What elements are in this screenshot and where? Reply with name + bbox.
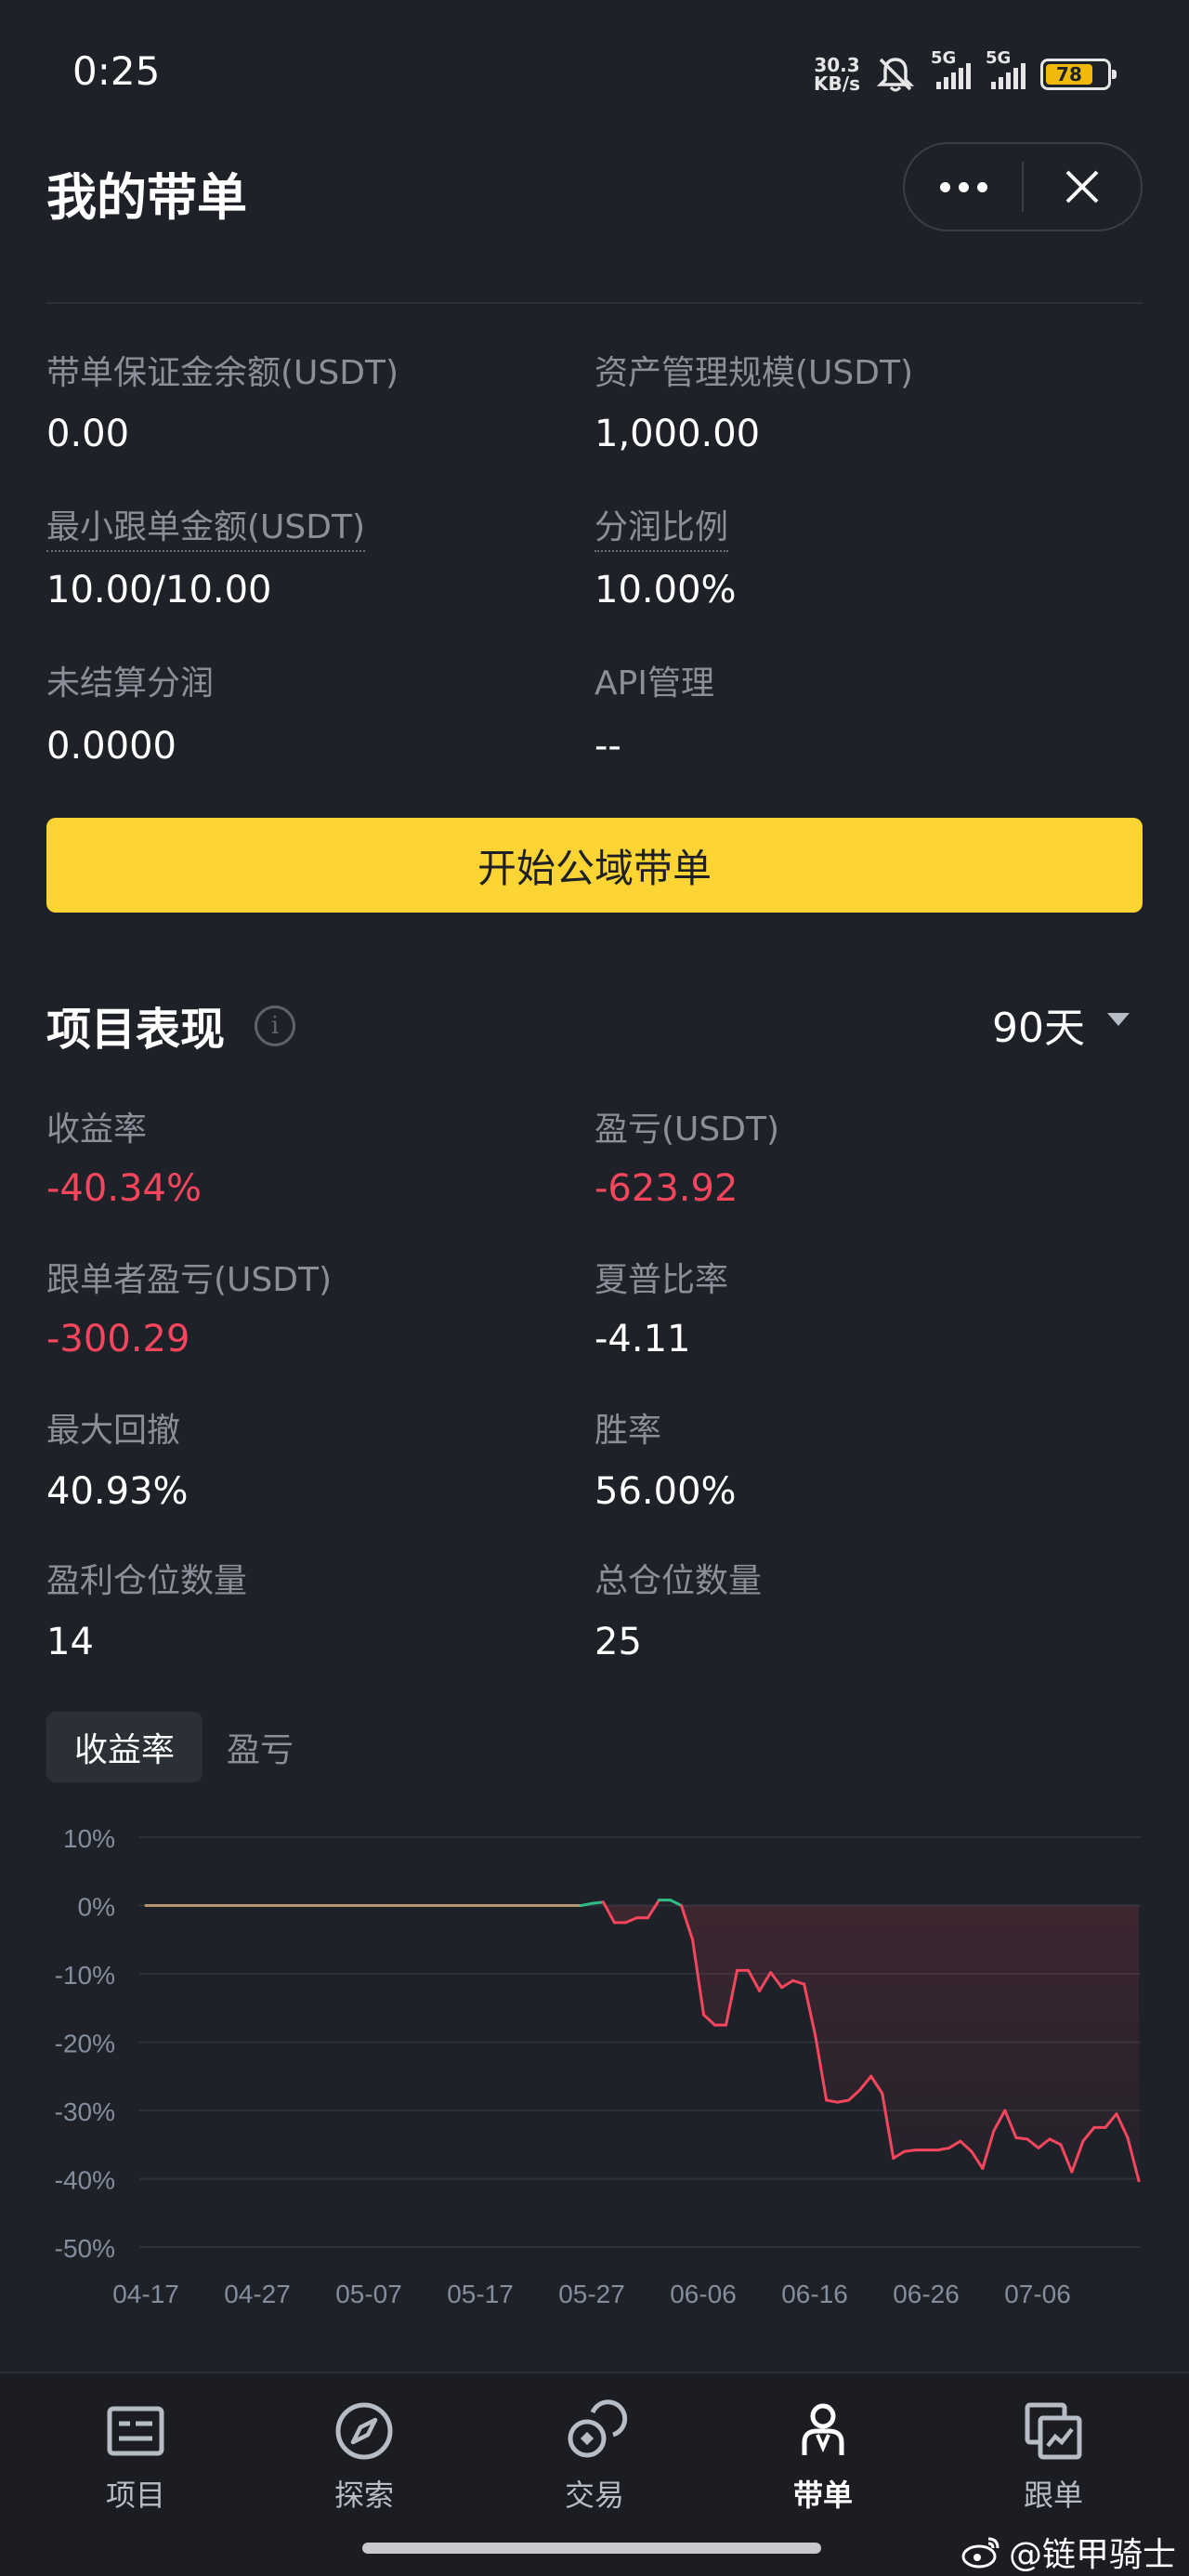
battery-level: 78 — [1046, 63, 1092, 85]
nav-label-lead: 带单 — [792, 2477, 853, 2513]
total-positions-label: 总仓位数量 — [594, 1562, 763, 1600]
y-axis-labels: 10% 0% -10% -20% -30% -40% -50% — [55, 1824, 115, 2263]
margin-balance-value: 0.00 — [46, 413, 130, 455]
close-icon — [1065, 170, 1099, 204]
api-value: -- — [594, 725, 621, 768]
x-tick-label: 04-27 — [224, 2280, 291, 2308]
x-tick-label: 04-17 — [112, 2280, 179, 2308]
min-copy-value: 10.00/10.00 — [46, 569, 272, 611]
sharpe-value: -4.11 — [594, 1318, 691, 1360]
roi-line-segment — [1014, 2136, 1029, 2141]
watermark-text: @链甲骑士 — [1008, 2536, 1176, 2574]
roi-value: -40.34% — [46, 1167, 202, 1210]
weibo-logo-icon — [961, 2537, 1000, 2569]
profit-share-value: 10.00% — [594, 569, 737, 611]
x-tick-label: 06-06 — [670, 2280, 737, 2308]
x-tick-label: 05-27 — [558, 2280, 625, 2308]
roi-series — [144, 1899, 1141, 2183]
nav-item-copy[interactable]: 跟单 — [970, 2398, 1137, 2515]
signal-5g-1-icon: 5G — [931, 48, 971, 89]
roi-line-chart: 10% 0% -10% -20% -30% -40% -50% 04-17 04-27 05-0… — [55, 1824, 1141, 2308]
nav-item-explore[interactable]: 探索 — [281, 2398, 448, 2515]
more-button[interactable] — [905, 144, 1022, 230]
aum-value: 1,000.00 — [594, 413, 761, 455]
nav-item-trade[interactable]: 交易 — [511, 2398, 678, 2515]
copier-pnl-value: -300.29 — [46, 1318, 190, 1360]
y-tick-label: -30% — [55, 2097, 115, 2126]
x-tick-label: 05-07 — [335, 2280, 402, 2308]
y-tick-label: -20% — [55, 2030, 115, 2058]
y-tick-label: -50% — [55, 2234, 115, 2263]
win-rate-value: 56.00% — [594, 1470, 737, 1513]
copy-trade-icon — [1025, 2402, 1082, 2460]
sharpe-label: 夏普比率 — [594, 1261, 729, 1299]
y-tick-label: -40% — [55, 2166, 115, 2195]
aum-label: 资产管理规模(USDT) — [594, 354, 914, 392]
compass-icon — [335, 2402, 393, 2460]
info-icon[interactable]: i — [255, 1005, 295, 1046]
weibo-watermark: @链甲骑士 — [960, 2528, 1176, 2576]
period-selector[interactable]: 90天 — [992, 994, 1085, 1054]
total-positions-value: 25 — [594, 1621, 642, 1663]
start-public-lead-button[interactable]: 开始公域带单 — [46, 818, 1143, 913]
status-time: 0:25 — [72, 48, 161, 94]
bell-muted-icon — [876, 58, 915, 92]
y-tick-label: 10% — [63, 1824, 115, 1853]
home-indicator[interactable] — [362, 2543, 821, 2554]
pnl-label: 盈亏(USDT) — [594, 1111, 780, 1149]
copier-pnl-label: 跟单者盈亏(USDT) — [46, 1261, 333, 1299]
win-rate-label: 胜率 — [594, 1412, 662, 1450]
x-axis-labels: 04-17 04-27 05-07 05-17 05-27 06-06 06-16 06-26… — [112, 2280, 1071, 2308]
trade-icon — [568, 2399, 628, 2458]
nav-label-trade: 交易 — [564, 2477, 624, 2513]
network-speed: 30.3 KB/s — [814, 54, 860, 95]
win-positions-label: 盈利仓位数量 — [46, 1562, 248, 1600]
max-drawdown-label: 最大回撤 — [46, 1412, 181, 1450]
header-divider — [46, 302, 1143, 304]
nav-item-lead[interactable]: 带单 — [739, 2398, 907, 2515]
tab-pnl[interactable]: 盈亏 — [227, 1712, 294, 1782]
min-copy-label[interactable]: 最小跟单金额(USDT) — [46, 500, 366, 552]
lead-trader-icon — [802, 2403, 844, 2455]
x-tick-label: 06-26 — [893, 2280, 960, 2308]
y-tick-label: 0% — [78, 1893, 115, 1922]
more-dots-icon — [939, 181, 987, 192]
tab-roi[interactable]: 收益率 — [46, 1712, 203, 1782]
nav-item-project[interactable]: 项目 — [52, 2398, 219, 2515]
unsettled-label: 未结算分润 — [46, 664, 215, 703]
api-label[interactable]: API管理 — [594, 656, 714, 704]
page-title: 我的带单 — [46, 168, 247, 227]
nav-label-copy: 跟单 — [1023, 2477, 1083, 2513]
performance-title: 项目表现 — [46, 1004, 226, 1056]
unsettled-value: 0.0000 — [46, 725, 176, 768]
battery-icon: 78 — [1040, 59, 1117, 90]
x-tick-label: 07-06 — [1004, 2280, 1071, 2308]
max-drawdown-value: 40.93% — [46, 1470, 189, 1513]
x-tick-label: 06-16 — [781, 2280, 848, 2308]
signal-5g-2-icon: 5G — [986, 48, 1026, 89]
pnl-value: -623.92 — [594, 1167, 738, 1210]
mini-program-capsule — [903, 142, 1143, 231]
status-icons: 30.3 KB/s 5G 5G 78 — [814, 48, 1117, 97]
close-button[interactable] — [1024, 144, 1141, 230]
roi-label: 收益率 — [46, 1111, 148, 1149]
margin-balance-label: 带单保证金余额(USDT) — [46, 354, 399, 392]
nav-label-explore: 探索 — [333, 2477, 394, 2513]
x-tick-label: 05-17 — [447, 2280, 514, 2308]
nav-label-project: 项目 — [105, 2477, 165, 2513]
y-tick-label: -10% — [55, 1961, 115, 1990]
roi-line-segment — [903, 2149, 918, 2153]
profit-share-label[interactable]: 分润比例 — [594, 500, 729, 552]
project-icon — [107, 2406, 164, 2456]
win-positions-value: 14 — [46, 1621, 94, 1663]
caret-down-icon[interactable] — [1107, 1013, 1130, 1026]
roi-line-segment — [590, 1900, 605, 1905]
